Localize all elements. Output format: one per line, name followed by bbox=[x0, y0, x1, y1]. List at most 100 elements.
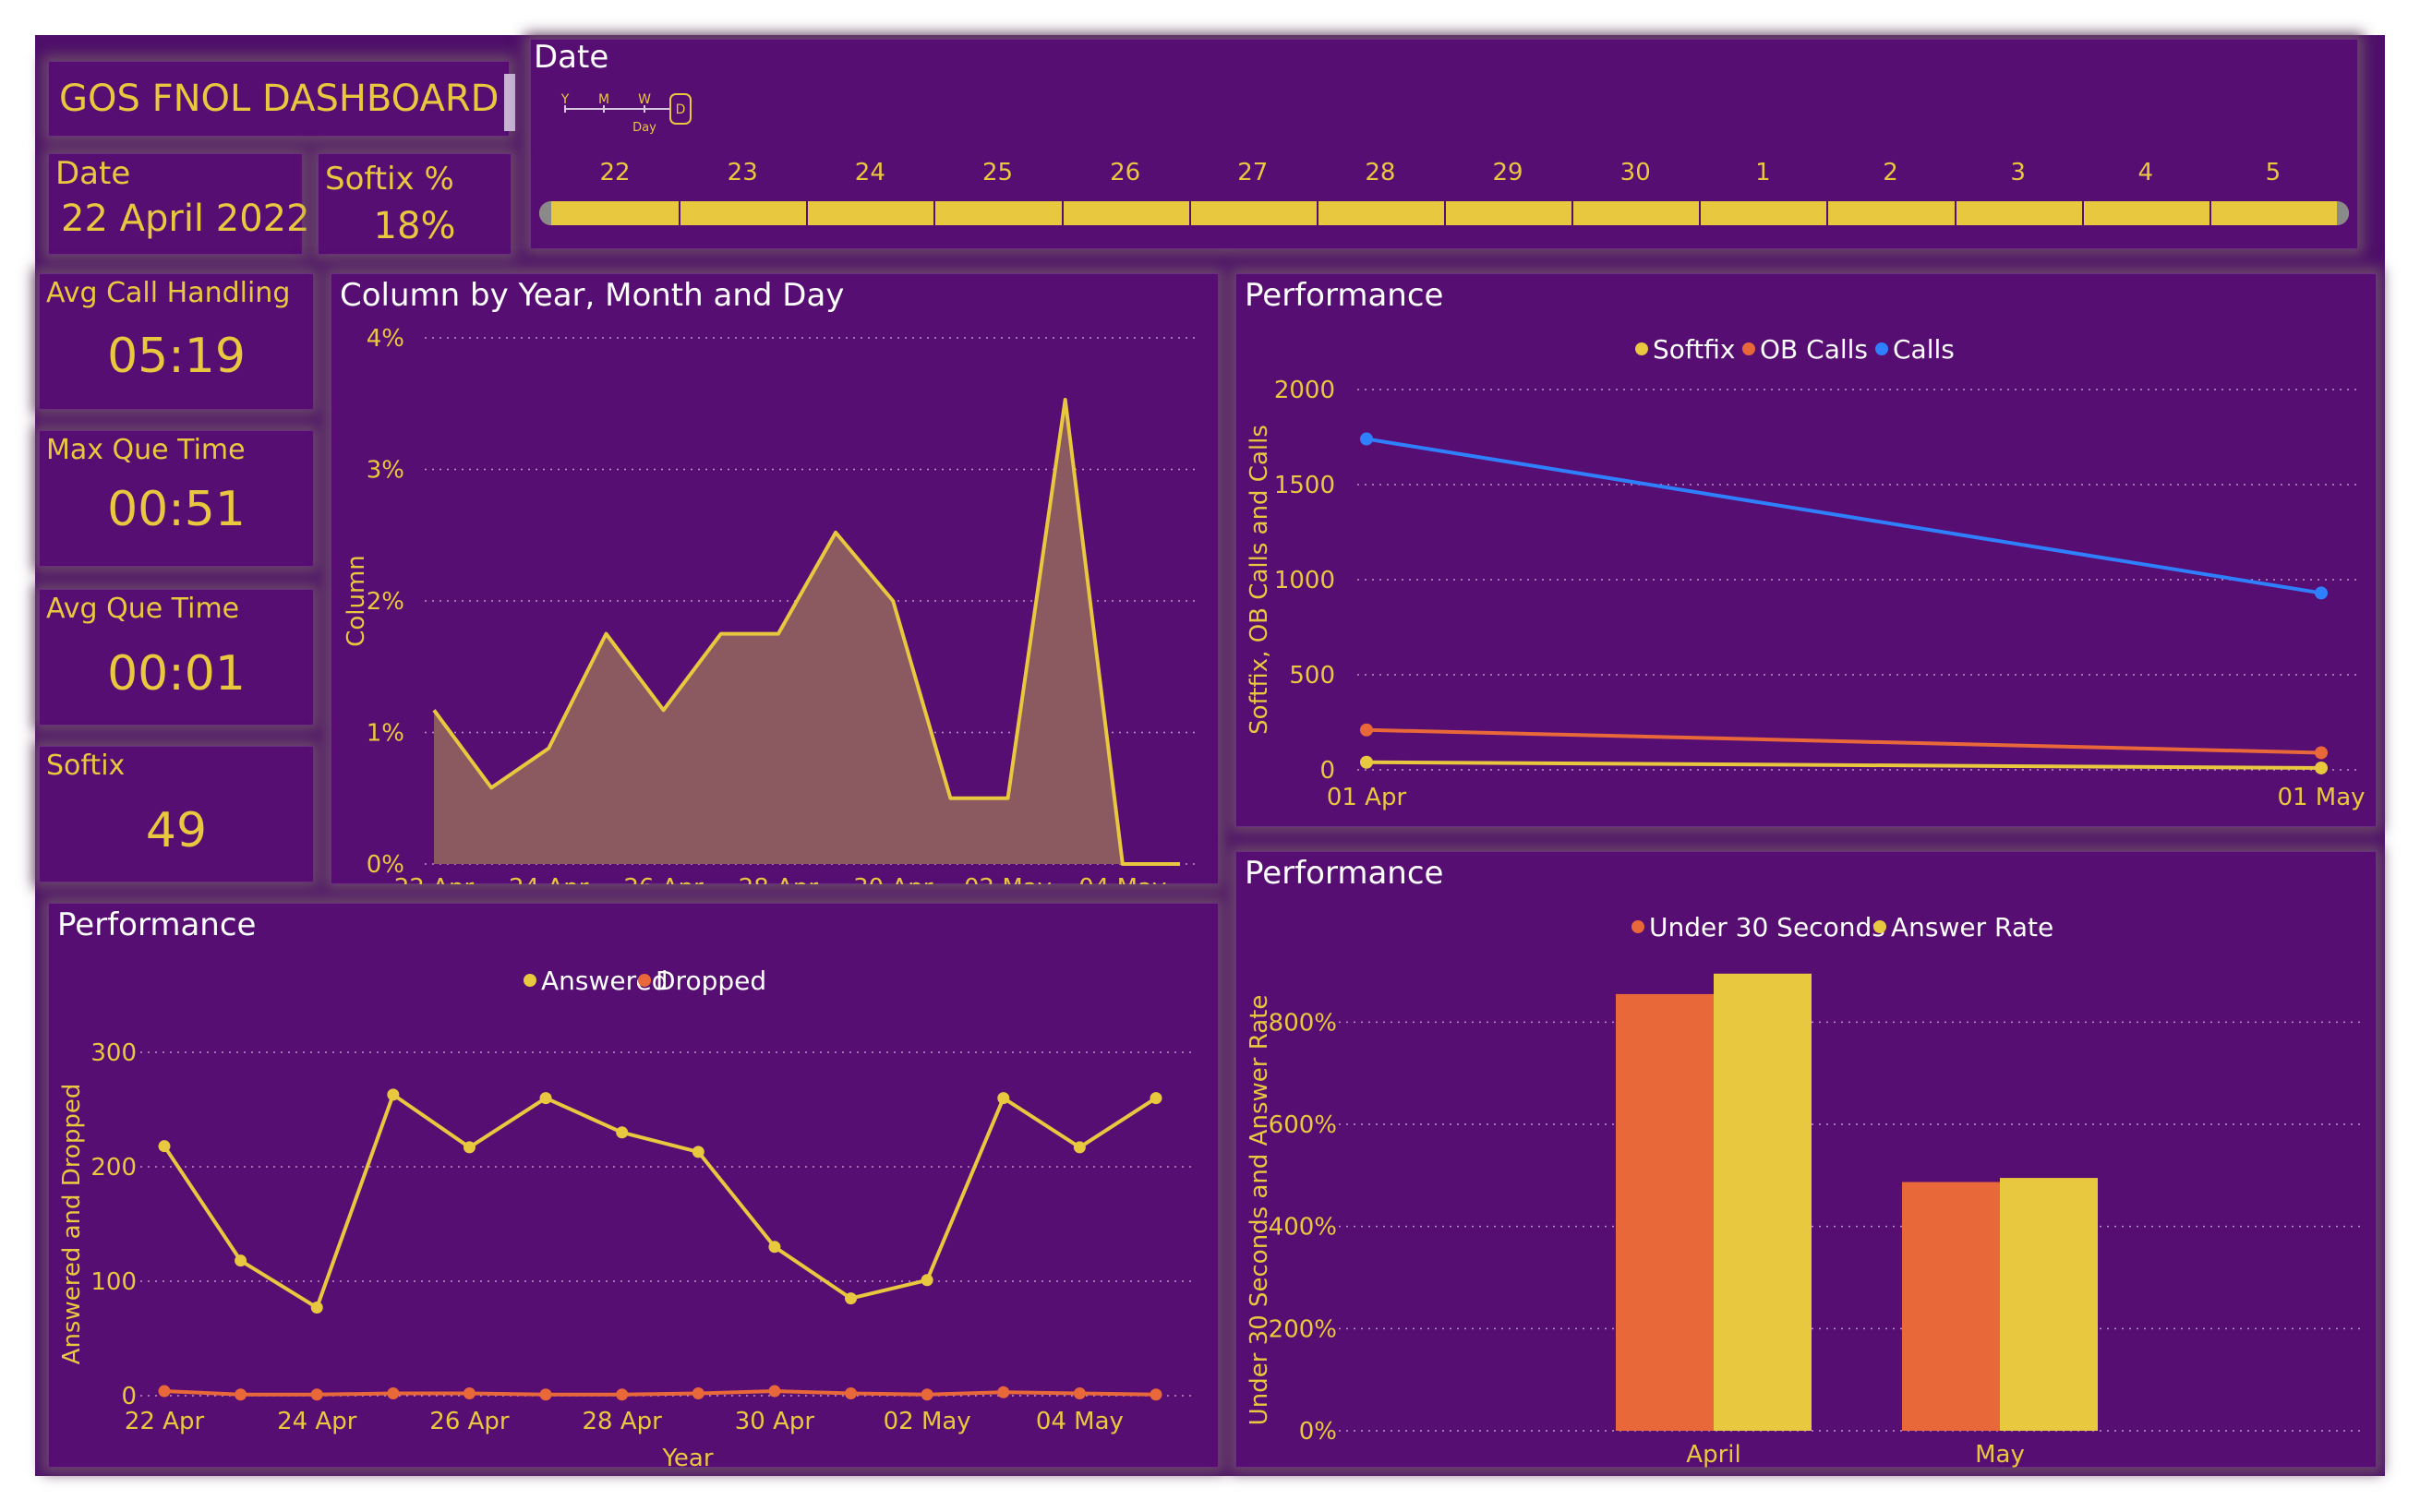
level-week[interactable]: W bbox=[638, 92, 651, 107]
day-label[interactable]: 28 bbox=[1353, 159, 1408, 186]
y-tick-label: 300 bbox=[90, 1039, 137, 1067]
x-tick-label: 02 May bbox=[884, 1408, 971, 1435]
day-segment-divider bbox=[1444, 201, 1446, 225]
date-slicer-title: Date bbox=[534, 39, 609, 76]
y-tick-label: 500 bbox=[1289, 662, 1335, 690]
day-label[interactable]: 26 bbox=[1098, 159, 1153, 186]
day-segments bbox=[539, 201, 2349, 225]
day-segment-divider bbox=[2209, 201, 2211, 225]
series-point bbox=[616, 1126, 629, 1139]
day-label[interactable]: 30 bbox=[1607, 159, 1663, 186]
x-tick-label: 22 Apr bbox=[394, 874, 475, 884]
y-axis-title: Under 30 Seconds and Answer Rate bbox=[1246, 995, 1273, 1426]
x-tick-label: April bbox=[1686, 1441, 1740, 1468]
area-chart-tile: Column by Year, Month and Day 0% 1% 2% 3% 4%… bbox=[331, 273, 1219, 884]
kpi-avg-call-label: Avg Call Handling bbox=[46, 277, 291, 309]
day-label[interactable]: 23 bbox=[715, 159, 770, 186]
series-point bbox=[997, 1092, 1010, 1105]
series-point bbox=[1360, 432, 1373, 446]
day-segment-divider bbox=[1316, 201, 1318, 225]
y-tick-label: 0% bbox=[1299, 1418, 1337, 1446]
kpi-softix-pct-tile: Softix % 18% bbox=[318, 153, 512, 255]
kpi-max-que-value: 00:51 bbox=[107, 482, 246, 537]
day-label[interactable]: 4 bbox=[2118, 159, 2173, 186]
legend-marker bbox=[524, 974, 536, 987]
day-label[interactable]: 5 bbox=[2245, 159, 2301, 186]
date-range-track[interactable] bbox=[539, 201, 2349, 225]
series-point bbox=[1360, 755, 1373, 769]
bar bbox=[1714, 973, 1812, 1431]
y-tick-label: 3% bbox=[367, 457, 404, 485]
day-label[interactable]: 1 bbox=[1735, 159, 1790, 186]
kpi-date-tile: Date 22 April 2022 bbox=[48, 153, 310, 255]
day-segment-divider bbox=[1061, 201, 1064, 225]
x-tick-label: 30 Apr bbox=[735, 1408, 815, 1435]
level-month[interactable]: M bbox=[598, 92, 609, 107]
kpi-avg-que-value: 00:01 bbox=[107, 646, 246, 702]
day-label[interactable]: 29 bbox=[1480, 159, 1535, 186]
series-point bbox=[1360, 723, 1373, 737]
legend-label: Dropped bbox=[656, 966, 766, 996]
legend-marker bbox=[1631, 920, 1644, 933]
y-tick-label: 100 bbox=[90, 1268, 137, 1296]
level-year[interactable]: Y bbox=[560, 92, 570, 107]
kpi-avg-call-value: 05:19 bbox=[107, 329, 246, 384]
x-tick-label: 30 Apr bbox=[853, 874, 933, 884]
series-point bbox=[310, 1302, 323, 1314]
series-point bbox=[387, 1088, 400, 1101]
y-tick-label: 1% bbox=[367, 720, 404, 748]
day-segment-divider bbox=[1571, 201, 1574, 225]
day-segment-divider bbox=[1954, 201, 1956, 225]
y-tick-label: 200 bbox=[90, 1154, 137, 1182]
page-title: GOS FNOL DASHBOARD bbox=[59, 78, 500, 120]
series-point bbox=[768, 1385, 781, 1398]
series-point bbox=[539, 1092, 552, 1105]
day-label[interactable]: 3 bbox=[1991, 159, 2046, 186]
legend-marker bbox=[1875, 342, 1888, 355]
dashboard-canvas: GOS FNOL DASHBOARD Date Y M W D Day 22 23… bbox=[35, 35, 2385, 1476]
legend-label: OB Calls bbox=[1760, 334, 1868, 365]
y-tick-label: 2% bbox=[367, 588, 404, 616]
legend-label: Under 30 Seconds bbox=[1649, 912, 1885, 942]
series-line bbox=[1366, 437, 2322, 595]
y-tick-label: 400% bbox=[1269, 1214, 1337, 1242]
day-label[interactable]: 24 bbox=[842, 159, 897, 186]
y-tick-label: 2000 bbox=[1274, 377, 1335, 404]
legend-marker bbox=[638, 974, 651, 987]
day-label[interactable]: 25 bbox=[970, 159, 1026, 186]
kpi-softix-tile: Softix 49 bbox=[39, 746, 314, 882]
day-segment-divider bbox=[1699, 201, 1702, 225]
level-day[interactable]: D bbox=[676, 102, 686, 117]
kpi-max-que-tile: Max Que Time 00:51 bbox=[39, 430, 314, 567]
series-point bbox=[539, 1388, 552, 1401]
series-point bbox=[235, 1388, 247, 1401]
series-point bbox=[2315, 746, 2328, 760]
date-slicer-tile: Date Y M W D Day 22 23 24 25 26 27 28 29 30 1 2 3 4 5 bbox=[530, 39, 2358, 249]
series-point bbox=[1150, 1388, 1162, 1401]
day-segment-divider bbox=[2081, 201, 2084, 225]
y-tick-label: 4% bbox=[367, 325, 404, 353]
day-label[interactable]: 2 bbox=[1863, 159, 1919, 186]
kpi-date-value: 22 April 2022 bbox=[61, 198, 310, 240]
series-point bbox=[1073, 1141, 1086, 1154]
series-point bbox=[158, 1385, 171, 1398]
x-tick-label: 26 Apr bbox=[623, 874, 704, 884]
series-line bbox=[163, 1092, 1158, 1310]
legend-label: Calls bbox=[1893, 334, 1955, 365]
series-line bbox=[1366, 760, 2322, 770]
y-tick-label: 800% bbox=[1269, 1009, 1337, 1037]
kpi-softix-value: 49 bbox=[145, 803, 208, 858]
level-caption: Day bbox=[632, 121, 656, 135]
date-level-selector[interactable]: Y M W D Day bbox=[558, 85, 696, 150]
x-tick-label: 01 Apr bbox=[1327, 784, 1407, 811]
bar bbox=[1902, 1182, 2000, 1431]
x-tick-label: 04 May bbox=[1036, 1408, 1124, 1435]
legend-marker bbox=[1742, 342, 1755, 355]
x-tick-label: 01 May bbox=[2277, 784, 2365, 811]
day-label[interactable]: 27 bbox=[1225, 159, 1281, 186]
series-point bbox=[2315, 761, 2328, 774]
title-tile: GOS FNOL DASHBOARD bbox=[48, 61, 515, 137]
kpi-softix-pct-label: Softix % bbox=[325, 161, 454, 198]
series-point bbox=[692, 1387, 704, 1400]
day-label[interactable]: 22 bbox=[587, 159, 643, 186]
